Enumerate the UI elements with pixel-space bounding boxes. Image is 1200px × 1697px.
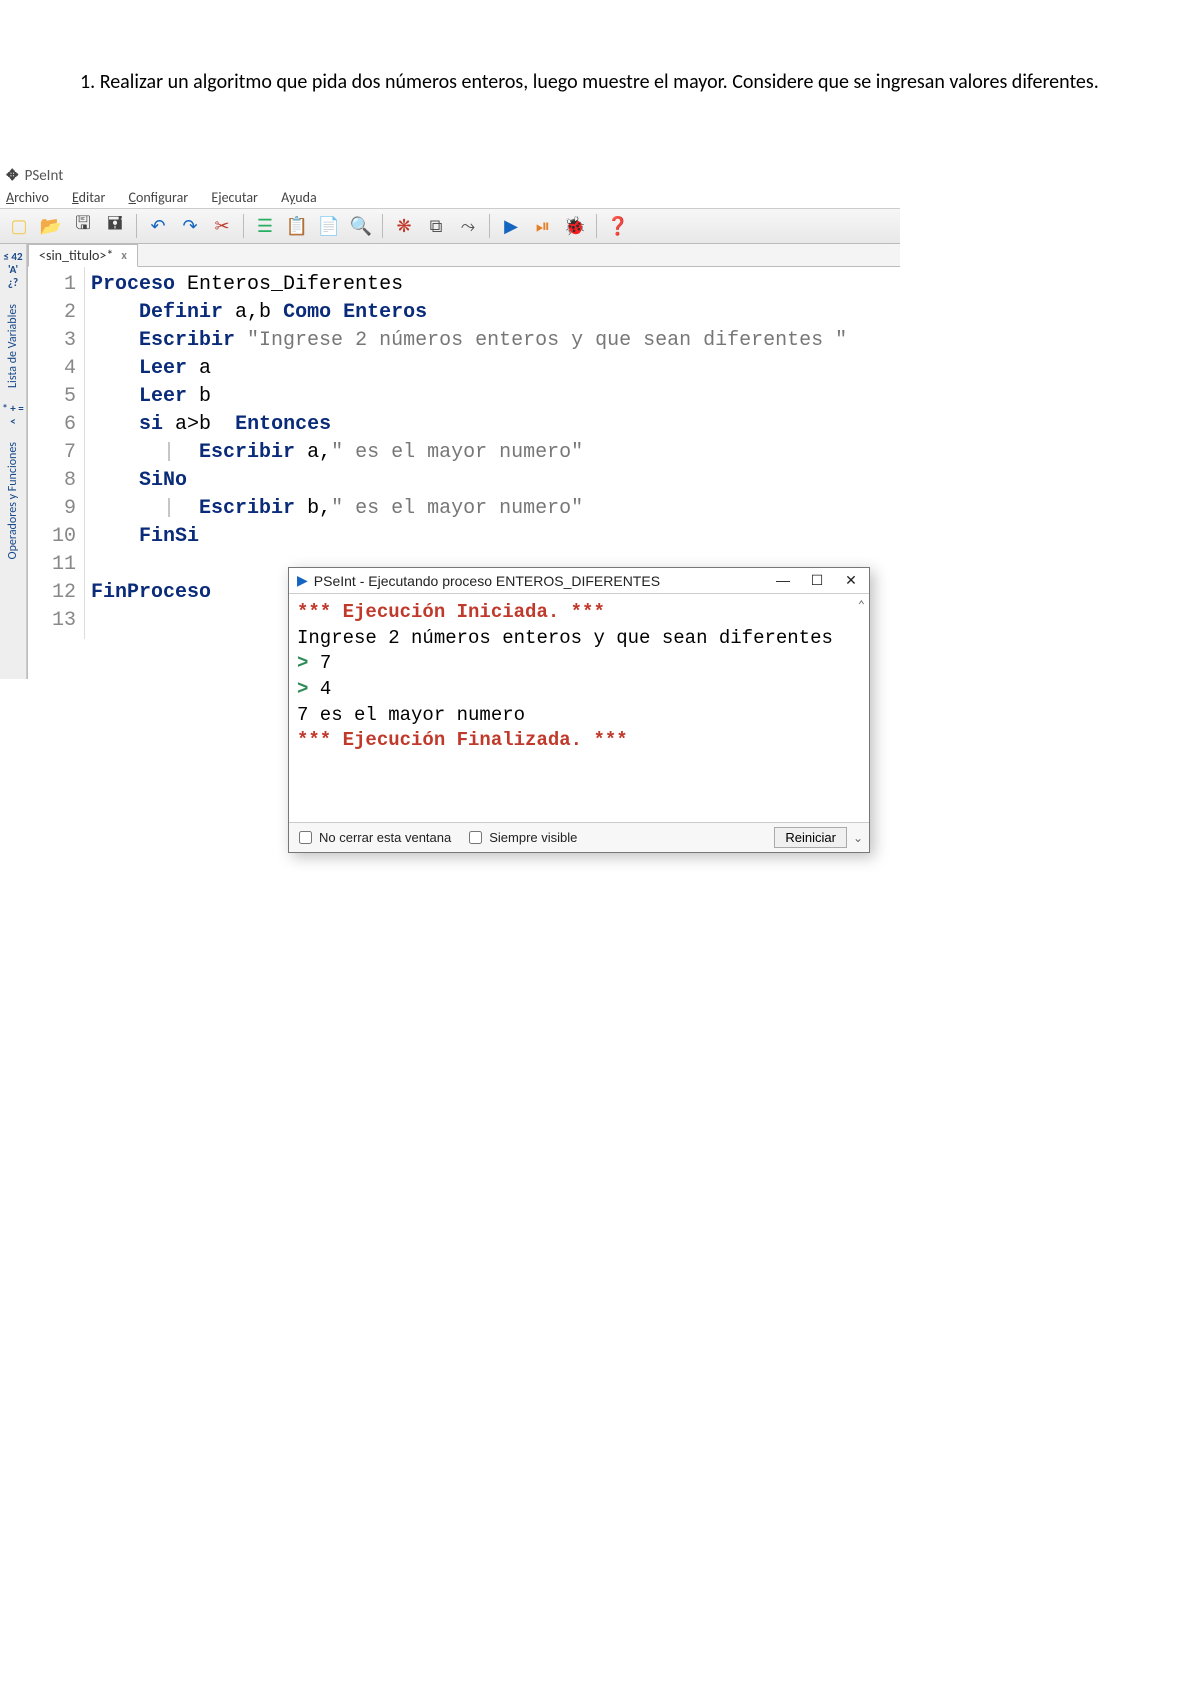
input-caret-2: > — [297, 678, 308, 700]
flow-icon[interactable]: ⧉ — [423, 213, 449, 239]
chk-always-visible[interactable]: Siempre visible — [465, 828, 577, 847]
code-line[interactable]: | Escribir b," es el mayor numero" — [91, 495, 847, 523]
line-number: 9 — [32, 495, 76, 523]
line-number: 1 — [32, 271, 76, 299]
save-icon[interactable]: 🖫 — [70, 213, 96, 239]
close-tab-icon[interactable]: x — [121, 249, 127, 263]
execution-window: ▶ PSeInt - Ejecutando proceso ENTEROS_DI… — [288, 567, 870, 853]
problem-number: 1. — [80, 70, 95, 94]
exec-start: *** Ejecución Iniciada. *** — [297, 601, 605, 623]
toolbar: ▢📂🖫🖬 ↶↷✂ ☰📋📄🔍 ❋⧉⤳ ▶⏯🐞 ❓ — [0, 208, 900, 244]
paste-icon[interactable]: 📄 — [316, 213, 342, 239]
file-tab[interactable]: <sin_titulo>* x — [28, 244, 138, 267]
menu-editar[interactable]: Editar — [72, 189, 115, 206]
exec-output: ⌃ *** Ejecución Iniciada. *** Ingrese 2 … — [289, 594, 869, 822]
scroll-down-icon[interactable]: ⌄ — [853, 831, 863, 845]
menu-bar: Archivo Editar Configurar Ejecutar Ayuda — [0, 187, 900, 208]
code-editor[interactable]: 12345678910111213 Proceso Enteros_Difere… — [28, 267, 900, 679]
toolbar-separator — [489, 214, 490, 238]
left-panel: ≤ 42 'A' ¿? Lista de Variables * + = < O… — [0, 244, 27, 679]
left-tab-operators[interactable]: Operadores y Funciones — [4, 434, 22, 567]
left-symbols-top[interactable]: ≤ 42 'A' ¿? — [0, 244, 26, 296]
exec-prompt-line: Ingrese 2 números enteros y que sean dif… — [297, 627, 833, 649]
left-tab-variables[interactable]: Lista de Variables — [4, 296, 22, 396]
close-icon[interactable]: ✕ — [841, 572, 861, 589]
line-number: 10 — [32, 523, 76, 551]
line-number: 3 — [32, 327, 76, 355]
toolbar-separator — [136, 214, 137, 238]
code-line[interactable]: Leer a — [91, 355, 847, 383]
open-icon[interactable]: 📂 — [38, 213, 64, 239]
line-number: 13 — [32, 607, 76, 635]
file-tab-label: <sin_titulo>* — [39, 247, 113, 264]
toolbar-separator — [382, 214, 383, 238]
app-title: PSeInt — [25, 167, 64, 185]
line-number: 12 — [32, 579, 76, 607]
step-icon[interactable]: ⏯ — [530, 213, 556, 239]
line-number: 11 — [32, 551, 76, 579]
ide-window: ✥ PSeInt Archivo Editar Configurar Ejecu… — [0, 164, 900, 679]
help-icon[interactable]: ❓ — [605, 213, 631, 239]
line-number: 6 — [32, 411, 76, 439]
line-number: 7 — [32, 439, 76, 467]
problem-statement: 1. Realizar un algoritmo que pida dos nú… — [80, 60, 1120, 104]
line-gutter: 12345678910111213 — [28, 267, 85, 639]
file-tab-row: <sin_titulo>* x — [28, 244, 900, 267]
scroll-up-icon[interactable]: ⌃ — [858, 598, 865, 614]
code-line[interactable]: FinSi — [91, 523, 847, 551]
problem-text: Realizar un algoritmo que pida dos númer… — [100, 70, 1099, 94]
ide-title-bar: ✥ PSeInt — [0, 164, 900, 187]
exec-result: 7 es el mayor numero — [297, 704, 525, 726]
restart-button[interactable]: Reiniciar — [774, 827, 847, 848]
input-value-1: 7 — [320, 652, 331, 674]
maximize-icon[interactable]: ☐ — [807, 572, 827, 589]
app-logo-icon: ✥ — [6, 166, 19, 185]
code-line[interactable]: SiNo — [91, 467, 847, 495]
find-icon[interactable]: 🔍 — [348, 213, 374, 239]
line-number: 5 — [32, 383, 76, 411]
code-line[interactable]: Proceso Enteros_Diferentes — [91, 271, 847, 299]
toolbar-separator — [596, 214, 597, 238]
saveas-icon[interactable]: 🖬 — [102, 213, 128, 239]
debug-icon[interactable]: 🐞 — [562, 213, 588, 239]
line-number: 2 — [32, 299, 76, 327]
code-line[interactable]: Definir a,b Como Enteros — [91, 299, 847, 327]
new-icon[interactable]: ▢ — [6, 213, 32, 239]
check-icon[interactable]: ❋ — [391, 213, 417, 239]
input-value-2: 4 — [320, 678, 331, 700]
line-number: 8 — [32, 467, 76, 495]
code-line[interactable]: si a>b Entonces — [91, 411, 847, 439]
code-line[interactable]: Escribir "Ingrese 2 números enteros y qu… — [91, 327, 847, 355]
chk-no-close[interactable]: No cerrar esta ventana — [295, 828, 451, 847]
toolbar-separator — [243, 214, 244, 238]
minimize-icon[interactable]: — — [773, 572, 793, 589]
play-icon: ▶ — [297, 572, 308, 589]
code-line[interactable]: Leer b — [91, 383, 847, 411]
line-number: 4 — [32, 355, 76, 383]
exec-end: *** Ejecución Finalizada. *** — [297, 729, 628, 751]
menu-ejecutar[interactable]: Ejecutar — [211, 189, 268, 206]
indent-icon[interactable]: ☰ — [252, 213, 278, 239]
code-line[interactable]: | Escribir a," es el mayor numero" — [91, 439, 847, 467]
input-caret-1: > — [297, 652, 308, 674]
menu-archivo[interactable]: Archivo — [6, 189, 59, 206]
undo-icon[interactable]: ↶ — [145, 213, 171, 239]
exec-title-text: PSeInt - Ejecutando proceso ENTEROS_DIFE… — [314, 573, 660, 589]
left-symbols-mid[interactable]: * + = < — [0, 396, 26, 434]
flow2-icon[interactable]: ⤳ — [455, 213, 481, 239]
cut-icon[interactable]: ✂ — [209, 213, 235, 239]
exec-title-bar[interactable]: ▶ PSeInt - Ejecutando proceso ENTEROS_DI… — [289, 568, 869, 594]
redo-icon[interactable]: ↷ — [177, 213, 203, 239]
menu-ayuda[interactable]: Ayuda — [281, 189, 327, 206]
run-icon[interactable]: ▶ — [498, 213, 524, 239]
copy-icon[interactable]: 📋 — [284, 213, 310, 239]
exec-footer: No cerrar esta ventana Siempre visible R… — [289, 822, 869, 852]
menu-configurar[interactable]: Configurar — [129, 189, 199, 206]
